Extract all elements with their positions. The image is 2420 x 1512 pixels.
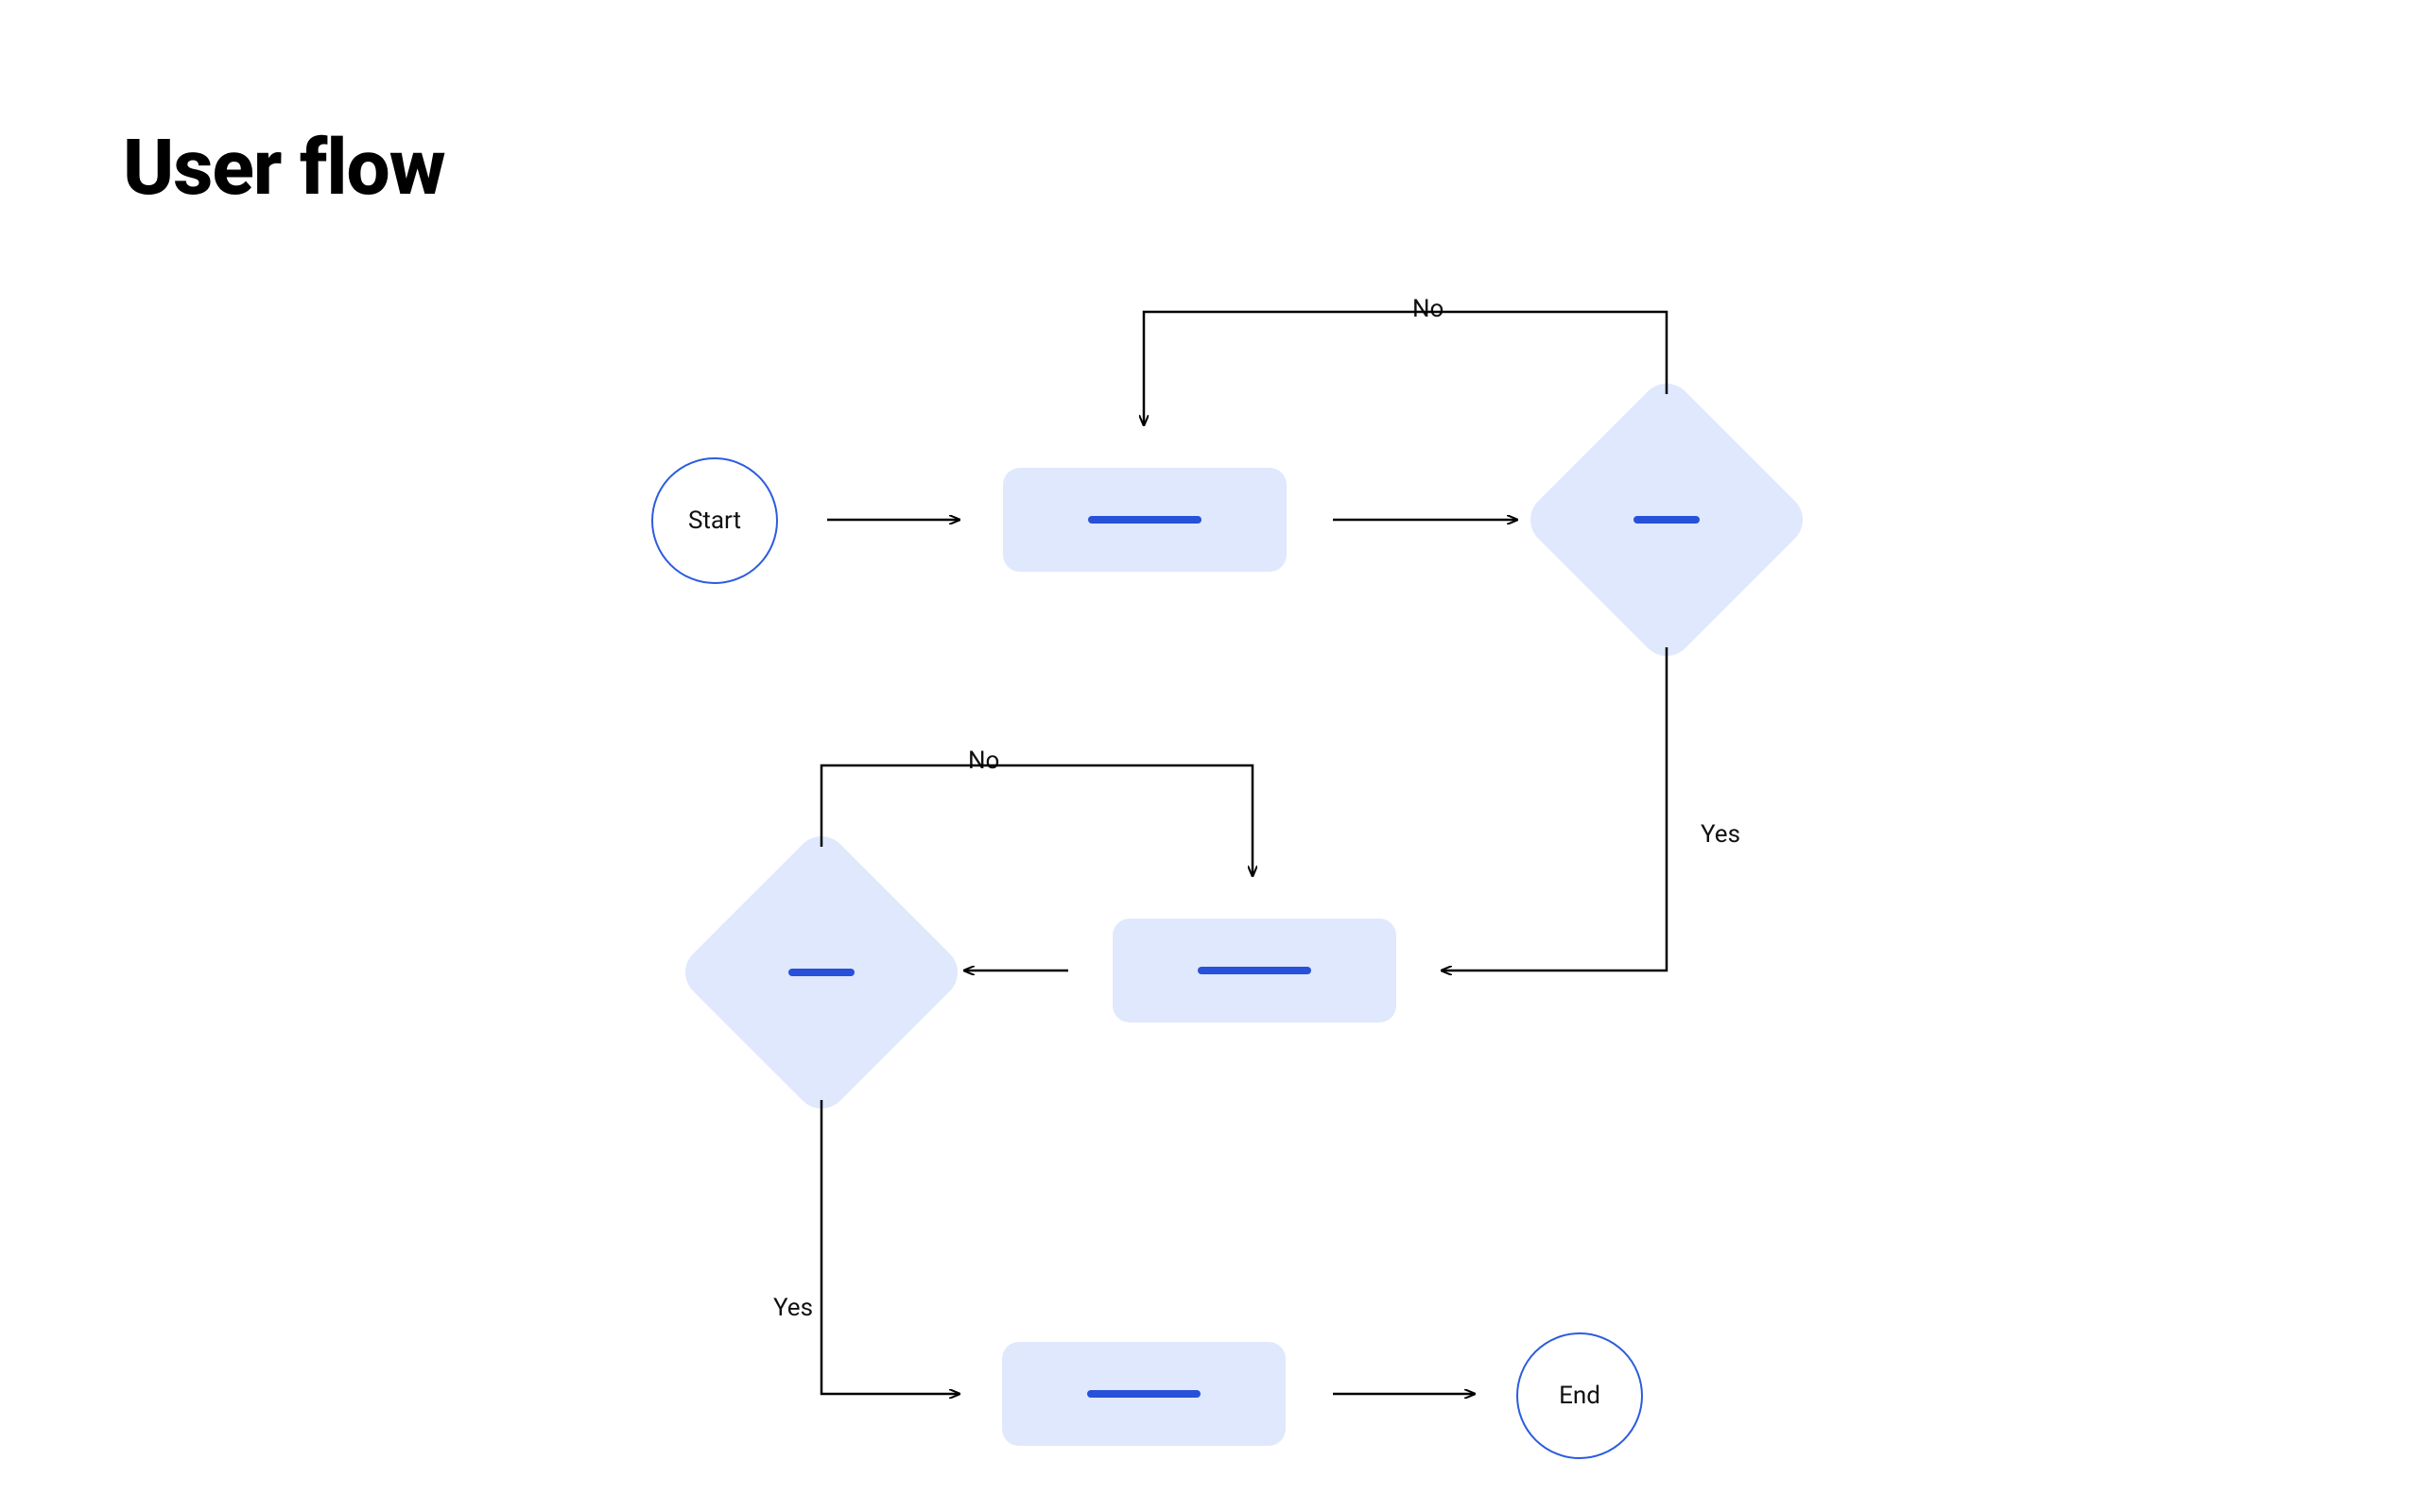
end-label: End	[1559, 1382, 1600, 1410]
end-node: End	[1516, 1332, 1643, 1459]
start-node: Start	[651, 457, 778, 584]
arrow-decision2-no	[821, 765, 1253, 876]
start-label: Start	[688, 507, 741, 535]
edge-label-no-1: No	[1407, 295, 1449, 323]
process-2	[1113, 919, 1396, 1022]
decision-2	[717, 868, 925, 1076]
process-bar-icon	[1088, 516, 1201, 524]
arrow-decision1-no	[1144, 312, 1667, 425]
edge-label-no-2: No	[962, 747, 1005, 775]
edge-label-yes-2: Yes	[768, 1294, 819, 1322]
decision-1	[1563, 416, 1771, 624]
decision-bar-icon	[788, 969, 855, 976]
arrows-layer	[0, 0, 2420, 1512]
flowchart-canvas: Start End No Yes No Yes	[0, 0, 2420, 1512]
process-3	[1002, 1342, 1286, 1446]
edge-label-yes-1: Yes	[1695, 820, 1746, 849]
arrow-decision2-yes	[821, 1100, 959, 1394]
decision-bar-icon	[1634, 516, 1700, 524]
process-bar-icon	[1087, 1390, 1201, 1398]
process-1	[1003, 468, 1287, 572]
arrow-decision1-yes	[1442, 647, 1667, 971]
process-bar-icon	[1198, 967, 1311, 974]
